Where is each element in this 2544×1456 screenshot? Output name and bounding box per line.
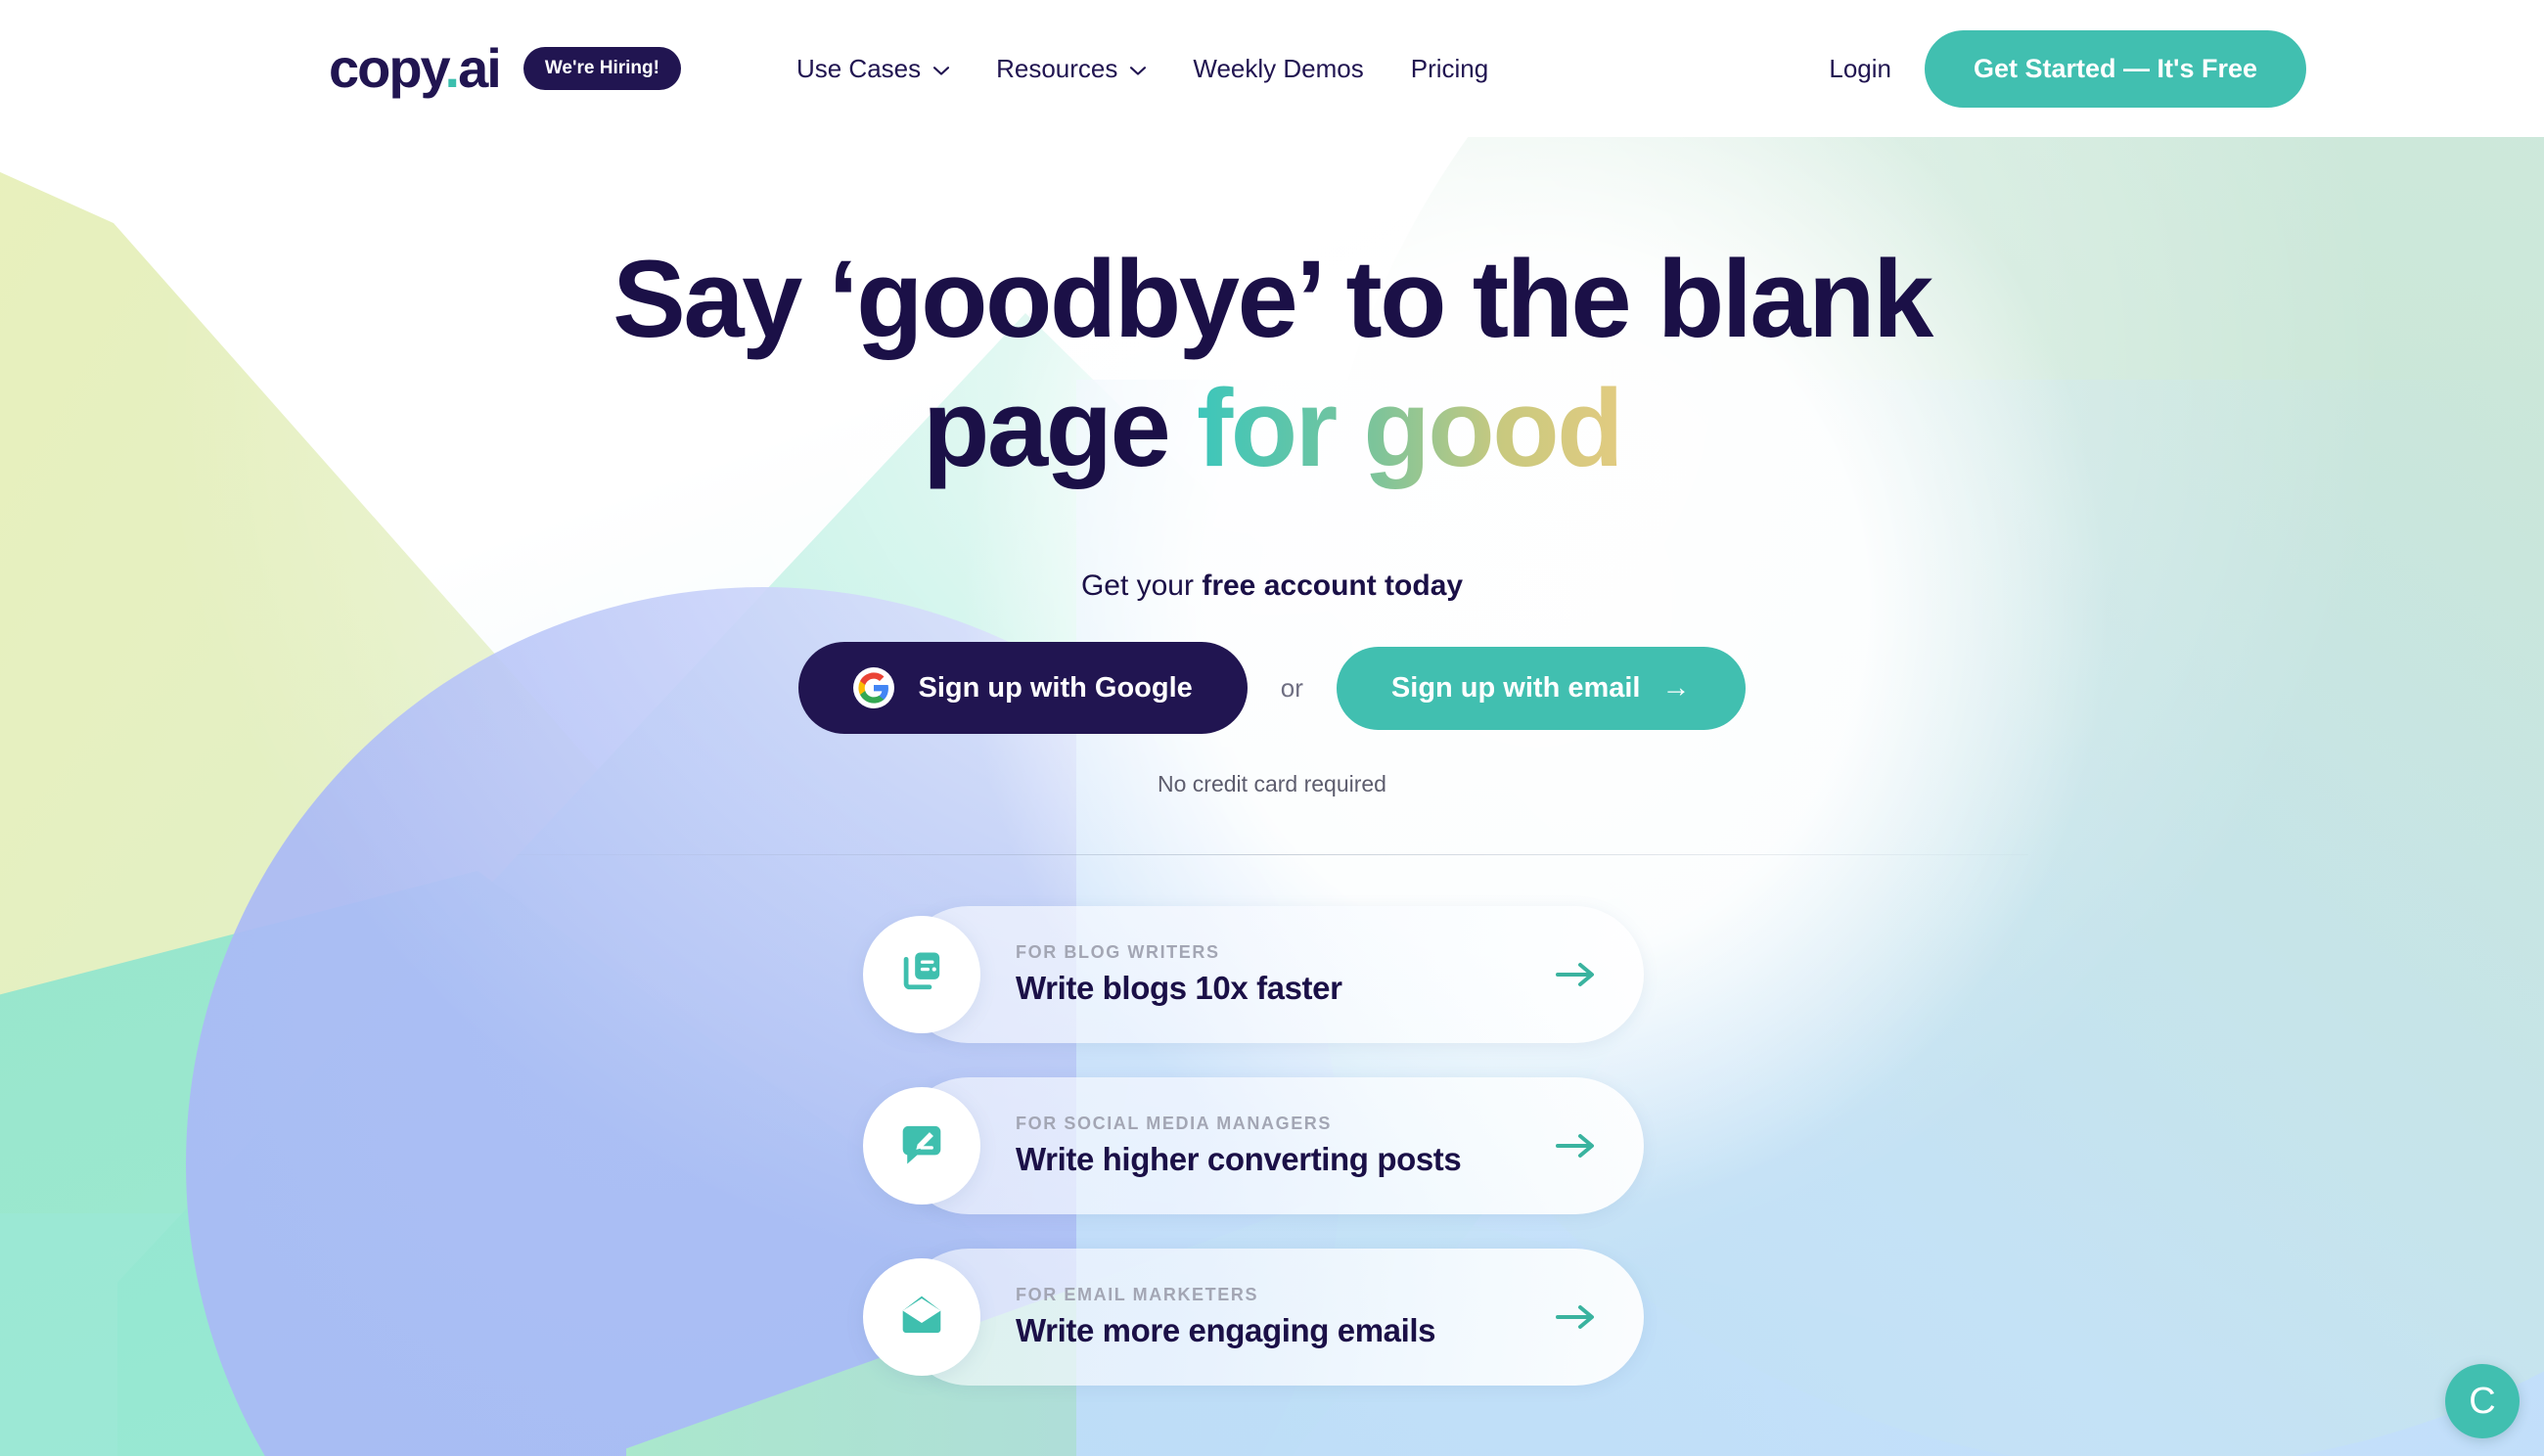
header-actions: Login Get Started — It's Free [1829,29,2544,108]
sign-up-with-google-button[interactable]: Sign up with Google [798,642,1248,735]
nav-item-use-cases[interactable]: Use Cases [773,54,973,84]
logo-dot: . [444,37,461,99]
google-icon [853,667,895,709]
signup-actions: Sign up with Google or Sign up with emai… [0,642,2544,735]
card-icon-badge [863,1258,980,1377]
persona-card-email-marketers[interactable]: FOR EMAIL MARKETERS Write more engaging … [863,1249,1644,1387]
open-envelope-icon [897,1291,946,1344]
chat-pencil-icon [897,1119,946,1173]
card-title: Write more engaging emails [1016,1312,1436,1349]
chevron-down-icon [933,66,950,75]
nav-item-resources[interactable]: Resources [973,54,1169,84]
chat-launcher-button[interactable]: C [2445,1364,2520,1438]
card-icon-badge [863,1087,980,1206]
no-credit-card-note: No credit card required [1158,771,1386,797]
get-started-button[interactable]: Get Started — It's Free [1925,29,2306,108]
nav-item-weekly-demos[interactable]: Weekly Demos [1169,54,1386,84]
hero-subhead: Get your free account today [0,569,2544,603]
persona-card-social-media-managers[interactable]: FOR SOCIAL MEDIA MANAGERS Write higher c… [863,1077,1644,1215]
persona-card-blog-writers[interactable]: FOR BLOG WRITERS Write blogs 10x faster [863,906,1644,1044]
were-hiring-badge[interactable]: We're Hiring! [522,47,681,90]
card-text: FOR EMAIL MARKETERS Write more engaging … [1016,1285,1436,1349]
card-eyebrow: FOR EMAIL MARKETERS [1016,1285,1259,1305]
subhead-prefix: Get your [1080,569,1203,603]
copyai-logo[interactable]: copy.ai [329,41,502,96]
section-divider [516,854,2028,856]
main-navigation: Use Cases Resources Weekly Demos Pricing [773,54,1512,84]
google-button-label: Sign up with Google [918,671,1193,704]
nav-label-pricing: Pricing [1410,53,1489,83]
page-title: Say ‘goodbye’ to the blank page for good [577,235,1967,493]
nav-label-use-cases: Use Cases [795,53,922,83]
headline-gradient-phrase: for good [1196,367,1624,490]
arrow-right-icon: → [1661,671,1691,704]
arrow-right-icon[interactable] [1556,961,1597,988]
logo-word: copy [329,37,447,99]
arrow-right-icon[interactable] [1556,1303,1597,1331]
card-text: FOR BLOG WRITERS Write blogs 10x faster [1016,942,1342,1007]
login-link[interactable]: Login [1829,54,1891,84]
card-title: Write higher converting posts [1016,1141,1462,1178]
nav-item-pricing[interactable]: Pricing [1387,54,1512,84]
chat-launcher-icon: C [2469,1381,2496,1422]
card-eyebrow: FOR BLOG WRITERS [1016,942,1220,963]
arrow-right-icon[interactable] [1556,1132,1597,1160]
page-root: copy.ai We're Hiring! Use Cases Resource… [0,0,2544,1456]
email-button-label: Sign up with email [1390,671,1641,704]
card-icon-badge [863,916,980,1034]
nav-label-weekly-demos: Weekly Demos [1193,53,1364,83]
card-eyebrow: FOR SOCIAL MEDIA MANAGERS [1016,1114,1333,1134]
subhead-strong: free account today [1202,569,1464,603]
chevron-down-icon [1130,66,1147,75]
card-text: FOR SOCIAL MEDIA MANAGERS Write higher c… [1016,1114,1462,1178]
sign-up-with-email-button[interactable]: Sign up with email → [1336,646,1746,730]
hero-section: Say ‘goodbye’ to the blank page for good… [0,137,2544,856]
brand-area: copy.ai We're Hiring! [329,41,681,96]
site-header: copy.ai We're Hiring! Use Cases Resource… [0,0,2544,137]
card-title: Write blogs 10x faster [1016,970,1342,1007]
persona-card-list: FOR BLOG WRITERS Write blogs 10x faster … [863,906,1644,1387]
logo-suffix: ai [458,37,502,99]
or-separator: or [1280,672,1303,703]
nav-label-resources: Resources [996,53,1118,83]
documents-icon [897,948,946,1002]
